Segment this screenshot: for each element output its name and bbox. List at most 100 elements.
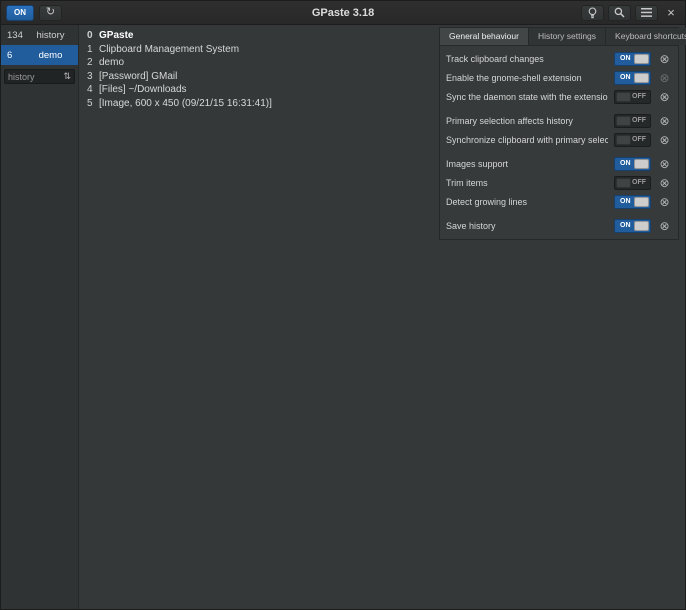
history-search-input[interactable] [8,72,63,82]
history-item-name: history [29,30,72,41]
refresh-button[interactable]: ↻ [39,5,62,21]
toggle-switch[interactable]: OFF [614,176,651,190]
switch-state-label: OFF [632,117,650,124]
switch-knob [616,92,631,102]
setting-label: Sync the daemon state with the extension… [446,92,608,102]
refresh-icon: ↻ [46,7,55,18]
setting-label: Track clipboard changes [446,54,608,64]
setting-label: Trim items [446,178,608,188]
clipboard-item-text: [Password] GMail [99,70,177,84]
sidebar: 134history6demo ⇅ [1,25,79,609]
setting-label: Detect growing lines [446,197,608,207]
clipboard-item-text: Clipboard Management System [99,43,239,57]
switch-state-label: OFF [632,179,650,186]
lightbulb-icon [588,7,597,19]
menu-button[interactable] [635,5,658,21]
history-list: 134history6demo [1,25,78,65]
reset-setting-button[interactable]: ⊗ [657,70,672,85]
clipboard-item-index: 5 [87,97,93,111]
search-icon [614,7,625,18]
switch-knob [634,221,649,231]
settings-group: Save history ON ⊗ [440,216,678,235]
headerbar-left: ON ↻ [6,5,62,21]
switch-knob [634,197,649,207]
tab-general-behaviour[interactable]: General behaviour [440,28,529,45]
reset-setting-button[interactable]: ⊗ [657,156,672,171]
toggle-switch[interactable]: OFF [614,133,651,147]
toggle-switch[interactable]: ON [614,219,651,233]
clipboard-item-text: [Files] ~/Downloads [99,83,187,97]
settings-row: Detect growing lines ON ⊗ [440,192,678,211]
switch-knob [634,54,649,64]
setting-label: Enable the gnome-shell extension [446,73,608,83]
search-button[interactable] [608,5,631,21]
clipboard-item-index: 4 [87,83,93,97]
toggle-switch[interactable]: ON [614,52,651,66]
reset-setting-button[interactable]: ⊗ [657,194,672,209]
setting-label: Primary selection affects history [446,116,608,126]
toggle-switch[interactable]: OFF [614,114,651,128]
settings-rows: Track clipboard changesON⊗Enable the gno… [440,46,678,239]
history-search: ⇅ [4,69,75,84]
settings-group: Images supportON⊗Trim itemsOFF⊗Detect gr… [440,154,678,211]
clipboard-item-text: GPaste [99,29,133,43]
reset-setting-button[interactable]: ⊗ [657,113,672,128]
settings-row: Track clipboard changes ON ⊗ [440,49,678,68]
setting-label: Synchronize clipboard with primary selec… [446,135,608,145]
clipboard-item-index: 3 [87,70,93,84]
toggle-switch[interactable]: OFF [614,90,651,104]
switch-knob [616,178,631,188]
switch-state-label: ON [615,222,631,229]
switch-history-icon[interactable]: ⇅ [63,72,71,81]
settings-row: Trim items OFF ⊗ [440,173,678,192]
app-body: 134history6demo ⇅ 0GPaste1Clipboard Mana… [1,25,685,609]
gpaste-window: ON ↻ GPaste 3.18 [0,0,686,610]
toggle-switch[interactable]: ON [614,195,651,209]
settings-panel: General behaviourHistory settingsKeyboar… [439,27,679,240]
toggle-switch[interactable]: ON [614,157,651,171]
close-window-button[interactable]: × [662,4,680,22]
reset-setting-button[interactable]: ⊗ [657,175,672,190]
switch-state-label: ON [615,55,631,62]
history-list-item[interactable]: 134history [1,25,78,45]
about-button[interactable] [581,5,604,21]
settings-tabs: General behaviourHistory settingsKeyboar… [440,28,678,46]
settings-group: Track clipboard changesON⊗Enable the gno… [440,49,678,106]
headerbar: ON ↻ GPaste 3.18 [1,1,685,25]
settings-row: Sync the daemon state with the extension… [440,87,678,106]
settings-row: Save history ON ⊗ [440,216,678,235]
history-list-item[interactable]: 6demo [1,45,78,65]
switch-knob [634,159,649,169]
reset-setting-button[interactable]: ⊗ [657,218,672,233]
switch-knob [616,135,631,145]
history-item-count: 6 [7,50,29,61]
main-area: 0GPaste1Clipboard Management System2demo… [79,25,685,609]
tab-history-settings[interactable]: History settings [529,28,606,45]
switch-knob [616,116,631,126]
history-item-name: demo [29,50,72,61]
clipboard-item-index: 2 [87,56,93,70]
settings-row: Images support ON ⊗ [440,154,678,173]
reset-setting-button[interactable]: ⊗ [657,132,672,147]
clipboard-item-text: [Image, 600 x 450 (09/21/15 16:31:41)] [99,97,272,111]
settings-group: Primary selection affects history OFF ⊗ Syn… [440,111,678,149]
clipboard-item-text: demo [99,56,124,70]
history-item-count: 134 [7,30,29,41]
switch-state-label: OFF [632,93,650,100]
reset-setting-button[interactable]: ⊗ [657,89,672,104]
switch-knob [634,73,649,83]
clipboard-item-index: 0 [87,29,93,43]
setting-label: Images support [446,159,608,169]
toggle-switch[interactable]: ON [614,71,651,85]
switch-state-label: OFF [632,136,650,143]
switch-state-label: ON [615,74,631,81]
settings-row: Synchronize clipboard with primary selec… [440,130,678,149]
setting-label: Save history [446,221,608,231]
daemon-power-toggle-button[interactable]: ON [6,5,34,21]
headerbar-right: × [581,4,680,22]
reset-setting-button[interactable]: ⊗ [657,51,672,66]
settings-row: Enable the gnome-shell extension ON ⊗ [440,68,678,87]
hamburger-menu-icon [641,8,652,17]
tab-keyboard-shortcuts[interactable]: Keyboard shortcuts [606,28,686,45]
switch-state-label: ON [615,160,631,167]
